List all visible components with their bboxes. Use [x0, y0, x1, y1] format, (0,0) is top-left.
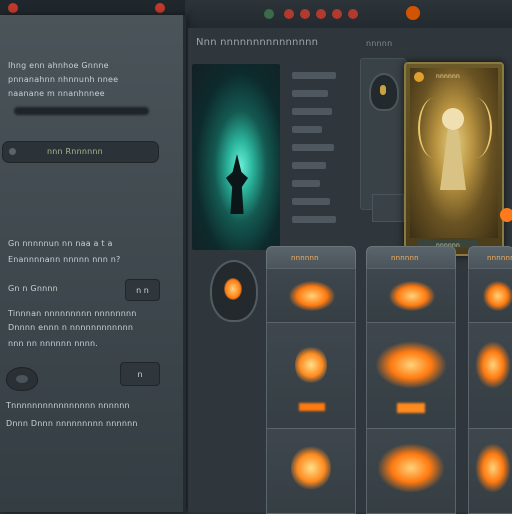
- ability-panel: [360, 58, 406, 210]
- option-icon-inner: [16, 375, 28, 383]
- flame-icon: [475, 341, 511, 389]
- flame-icon: [224, 278, 242, 300]
- wing-left: [418, 98, 450, 158]
- creature-silhouette: [226, 154, 248, 214]
- ember-bar: [299, 403, 325, 411]
- footer-text: Dnnn Dnnn nnnnnnnnn nnnnnn: [6, 419, 138, 428]
- tool-icon[interactable]: [300, 9, 310, 19]
- fire-cell[interactable]: [366, 268, 456, 324]
- wing-right: [460, 98, 492, 158]
- stat-row: [292, 126, 322, 133]
- fire-cell[interactable]: [266, 428, 356, 514]
- main-topbar: [188, 0, 512, 29]
- character-portrait[interactable]: [192, 64, 280, 250]
- stat-row: [292, 108, 332, 115]
- flame-icon: [475, 443, 511, 493]
- flame-icon: [375, 341, 447, 389]
- tool-icon[interactable]: [316, 9, 326, 19]
- main-area: Nnn nnnnnnnnnnnnnnn nnnnn nnnnnn nnnnnn …: [188, 28, 512, 514]
- intro-text: Ihng enn ahnhoe Gnnne: [8, 61, 109, 70]
- flame-icon: [483, 281, 512, 311]
- stat-row: [292, 162, 326, 169]
- fire-cell[interactable]: [468, 268, 512, 324]
- stats-list: [292, 68, 342, 248]
- column-tab-label: nnnnnn: [391, 254, 419, 262]
- tool-icon[interactable]: [284, 9, 294, 19]
- record-icon[interactable]: [155, 3, 165, 13]
- stat-row: [292, 90, 328, 97]
- stat-row: [292, 216, 336, 223]
- intro-text: naanane m nnanhnnee: [8, 89, 105, 98]
- stat-row: [292, 180, 320, 187]
- stat-row: [292, 144, 334, 151]
- stat-row: [292, 198, 330, 205]
- close-icon[interactable]: [8, 3, 18, 13]
- column-tab[interactable]: nnnnnn: [468, 246, 512, 270]
- flame-icon: [291, 445, 331, 491]
- left-topbar: [0, 0, 185, 15]
- shield-emblem: [380, 85, 386, 95]
- page-subtitle: nnnnn: [366, 39, 393, 48]
- tool-icon[interactable]: [348, 9, 358, 19]
- desc-text: Tinnnan nnnnnnnnn nnnnnnnn: [8, 309, 137, 318]
- option-icon[interactable]: [6, 367, 38, 391]
- section-pill[interactable]: nnn Rnnnnnn: [2, 141, 159, 163]
- column-tab[interactable]: nnnnnn: [366, 246, 456, 270]
- stat-row: [292, 72, 336, 79]
- toggle-label: Gn n Gnnnn: [8, 284, 58, 293]
- ember-bar: [397, 403, 425, 413]
- footer-text: Tnnnnnnnnnnnnnnnn nnnnnn: [6, 401, 130, 410]
- card-title: nnnnnn: [436, 73, 461, 80]
- flame-icon: [295, 345, 327, 385]
- toggle-button[interactable]: n n: [125, 279, 160, 301]
- fire-cell[interactable]: [366, 428, 456, 514]
- flame-icon: [289, 281, 335, 311]
- featured-card[interactable]: nnnnnn nnnnnn: [404, 62, 504, 256]
- para-text: Gn nnnnnun nn naa a t a: [8, 239, 113, 248]
- fire-cell[interactable]: [266, 268, 356, 324]
- section-label: nnn Rnnnnnn: [47, 147, 103, 156]
- settings-panel: Ihng enn ahnhoe Gnnne pnnanahnn nhnnunh …: [0, 15, 186, 512]
- column-tab-label: nnnnnn: [291, 254, 319, 262]
- relic-icon[interactable]: [210, 260, 258, 322]
- record-icon[interactable]: [406, 6, 420, 20]
- ability-slot[interactable]: [372, 194, 404, 222]
- status-icon[interactable]: [264, 9, 274, 19]
- flame-icon: [377, 443, 445, 493]
- fire-cell[interactable]: [266, 322, 356, 430]
- flame-icon: [389, 281, 435, 311]
- desc-text: Dnnnn ennn n nnnnnnnnnnnn: [8, 323, 134, 332]
- option-button[interactable]: n: [120, 362, 160, 386]
- fire-cell[interactable]: [468, 428, 512, 514]
- alert-icon[interactable]: [500, 208, 512, 222]
- fire-cell[interactable]: [468, 322, 512, 430]
- intro-text: pnnanahnn nhnnunh nnee: [8, 75, 119, 84]
- fire-cell[interactable]: [366, 322, 456, 430]
- divider: [14, 107, 149, 115]
- column-tab[interactable]: nnnnnn: [266, 246, 356, 270]
- rarity-icon: [414, 72, 424, 82]
- page-title: Nnn nnnnnnnnnnnnnnn: [196, 37, 319, 48]
- bullet-icon: [9, 148, 16, 155]
- para-text: Enannnnann nnnnn nnn n?: [8, 255, 121, 264]
- column-tab-label: nnnnnn: [487, 254, 512, 262]
- tool-icon[interactable]: [332, 9, 342, 19]
- card-art: [410, 68, 498, 238]
- desc-text: nnn nn nnnnnn nnnn.: [8, 339, 99, 348]
- shield-icon[interactable]: [369, 73, 399, 111]
